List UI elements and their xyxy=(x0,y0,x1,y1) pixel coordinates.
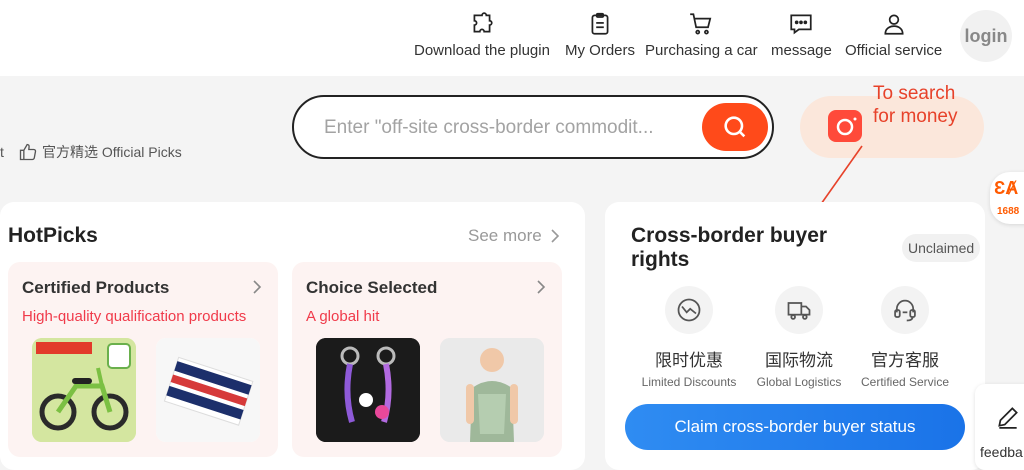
feedback-label: feedba xyxy=(980,444,1023,460)
nav-official-service[interactable]: Official service xyxy=(845,10,942,59)
card-description: A global hit xyxy=(306,308,380,325)
headset-icon xyxy=(881,286,929,334)
chat-icon xyxy=(787,10,815,38)
truck-icon xyxy=(775,286,823,334)
badge-1688[interactable]: ƐȺ 1688 xyxy=(990,172,1024,224)
nav-message[interactable]: message xyxy=(771,10,832,59)
nav-label: Download the plugin xyxy=(414,42,550,59)
top-nav: Download the plugin My Orders Purchasing… xyxy=(0,0,1024,76)
status-badge: Unclaimed xyxy=(902,234,981,262)
annotation-text: To search for money xyxy=(873,83,958,127)
truncated-text: t xyxy=(0,144,4,160)
card-title: Choice Selected xyxy=(306,278,438,297)
benefit-en-label: Limited Discounts xyxy=(641,375,737,389)
hotpicks-card: HotPicks See more Certified Products Hig… xyxy=(0,202,585,470)
search-icon xyxy=(724,116,746,138)
discount-icon xyxy=(665,286,713,334)
official-picks-link[interactable]: 官方精选 Official Picks xyxy=(18,142,182,162)
see-more-link[interactable]: See more xyxy=(468,226,562,246)
see-more-label: See more xyxy=(468,226,542,245)
logo-1688-icon: ƐȺ xyxy=(994,178,1019,198)
pencil-icon xyxy=(998,407,1018,429)
nav-label: Purchasing a car xyxy=(645,42,758,59)
nav-label: My Orders xyxy=(565,42,636,59)
benefit-global-logistics[interactable]: 国际物流 Global Logistics xyxy=(739,286,859,389)
feedback-button[interactable]: feedba xyxy=(975,384,1024,470)
card-description: High-quality qualification products xyxy=(22,308,247,325)
login-label: login xyxy=(964,25,1008,46)
chevron-right-icon xyxy=(551,229,559,243)
benefit-certified-service[interactable]: 官方客服 Certified Service xyxy=(845,286,965,389)
search-bar xyxy=(292,95,774,159)
benefit-cn-label: 限时优惠 xyxy=(655,351,723,371)
nav-label: message xyxy=(771,42,832,59)
balance-bike-image[interactable] xyxy=(32,338,136,442)
baby-carrier-image[interactable] xyxy=(440,338,544,442)
cross-border-title: Cross-border buyer rights xyxy=(631,224,828,271)
cross-border-card: Cross-border buyer rights Unclaimed 限时优惠… xyxy=(605,202,985,470)
nav-my-orders[interactable]: My Orders xyxy=(565,10,635,59)
striped-blanket-image[interactable] xyxy=(156,338,260,442)
certified-products-card[interactable]: Certified Products High-quality qualific… xyxy=(8,262,278,457)
user-icon xyxy=(880,10,908,38)
chevron-right-icon xyxy=(537,280,546,294)
nav-purchasing-car[interactable]: Purchasing a car xyxy=(645,10,758,59)
cart-icon xyxy=(687,10,715,38)
keychain-image[interactable] xyxy=(316,338,420,442)
official-picks-label: 官方精选 Official Picks xyxy=(42,144,182,160)
benefit-en-label: Certified Service xyxy=(860,375,950,389)
hotpicks-title: HotPicks xyxy=(8,224,98,247)
badge-1688-label: 1688 xyxy=(997,206,1020,217)
claim-buyer-status-button[interactable]: Claim cross-border buyer status xyxy=(625,404,965,450)
nav-download-plugin[interactable]: Download the plugin xyxy=(414,10,550,59)
nav-label: Official service xyxy=(845,42,943,59)
benefit-cn-label: 国际物流 xyxy=(765,351,833,371)
chevron-right-icon xyxy=(253,280,262,294)
benefit-en-label: Global Logistics xyxy=(756,375,842,389)
thumbs-up-icon xyxy=(19,143,37,161)
search-button[interactable] xyxy=(702,103,768,151)
benefit-limited-discounts[interactable]: 限时优惠 Limited Discounts xyxy=(629,286,749,389)
benefit-cn-label: 官方客服 xyxy=(871,351,939,371)
puzzle-icon xyxy=(468,10,496,38)
choice-selected-card[interactable]: Choice Selected A global hit xyxy=(292,262,562,457)
login-button[interactable]: login xyxy=(960,10,1012,62)
clipboard-icon xyxy=(586,10,614,38)
search-input[interactable] xyxy=(324,115,704,141)
camera-icon xyxy=(828,110,862,142)
card-title: Certified Products xyxy=(22,278,170,297)
